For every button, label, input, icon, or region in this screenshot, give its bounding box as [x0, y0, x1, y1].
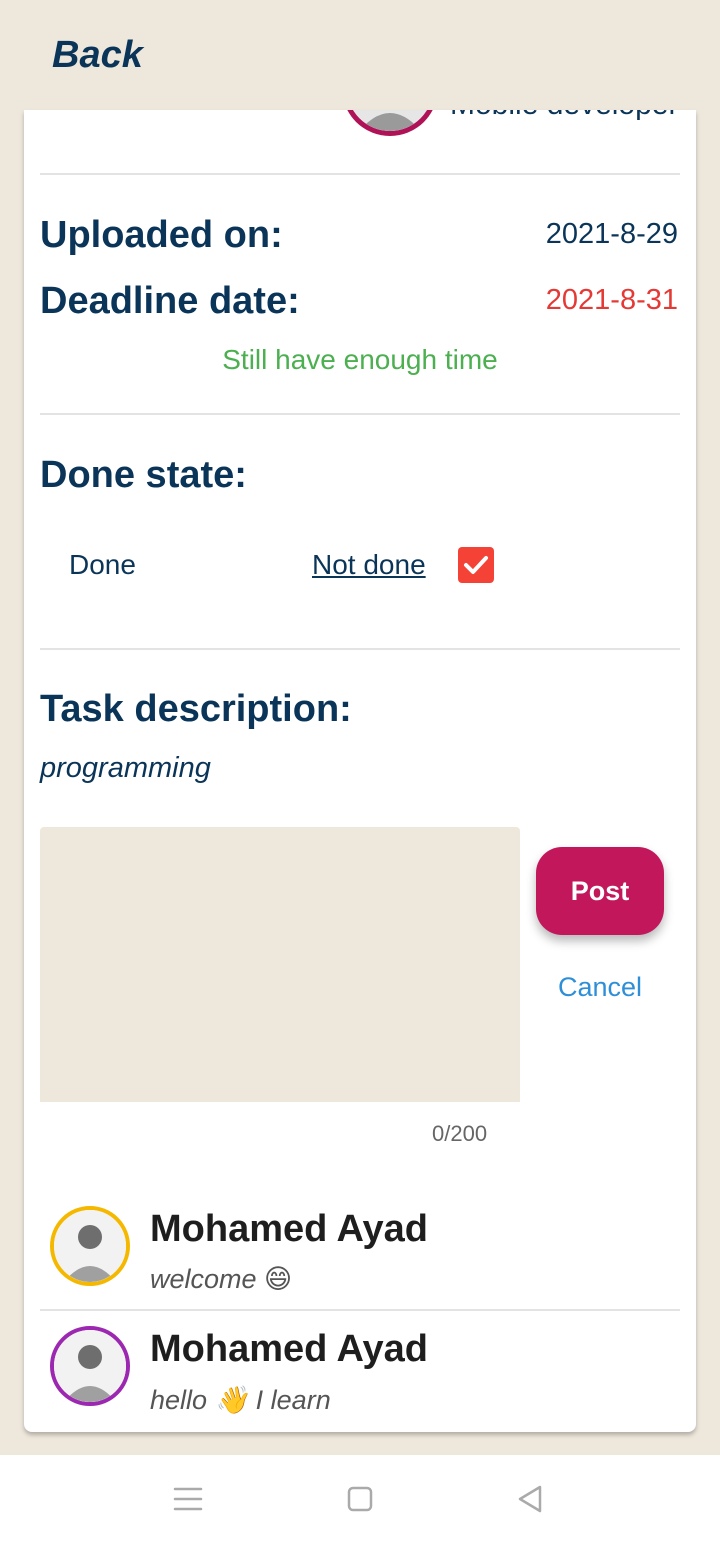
author-avatar[interactable]: [342, 110, 438, 136]
author-title: Mobile developer: [450, 110, 678, 122]
app-bar: Back: [0, 0, 720, 112]
comment-text: hello 👋 I learn: [150, 1385, 331, 1415]
divider: [40, 413, 680, 415]
menu-icon[interactable]: [166, 1477, 210, 1521]
comment-text: welcome 😄: [150, 1264, 293, 1294]
person-avatar-icon: [54, 1210, 126, 1282]
done-checkbox[interactable]: [458, 547, 494, 583]
divider: [40, 1309, 680, 1311]
character-counter: 0/200: [432, 1121, 488, 1146]
commenter-avatar[interactable]: [50, 1326, 130, 1406]
divider: [40, 648, 680, 650]
deadline-label: Deadline date:: [40, 280, 300, 322]
task-description-text: programming: [40, 752, 211, 784]
task-details-card: Mobile developer Uploaded on: 2021-8-29 …: [24, 110, 696, 1432]
cancel-button[interactable]: Cancel: [536, 972, 664, 1003]
checkmark-icon: [464, 556, 488, 574]
uploaded-date: 2021-8-29: [545, 218, 678, 250]
task-description-label: Task description:: [40, 688, 352, 730]
not-done-option[interactable]: Not done: [312, 549, 426, 581]
post-button[interactable]: Post: [536, 847, 664, 935]
back-button[interactable]: Back: [52, 34, 143, 77]
uploaded-label: Uploaded on:: [40, 214, 283, 256]
comment-input[interactable]: [40, 827, 520, 1102]
deadline-date: 2021-8-31: [545, 284, 678, 316]
person-avatar-icon: [54, 1330, 126, 1402]
time-remaining-status: Still have enough time: [222, 344, 498, 375]
comment-author: Mohamed Ayad: [150, 1328, 429, 1370]
commenter-avatar[interactable]: [50, 1206, 130, 1286]
divider: [40, 173, 680, 175]
system-nav-bar: [0, 1455, 720, 1543]
comment-author: Mohamed Ayad: [150, 1208, 429, 1250]
done-state-label: Done state:: [40, 454, 247, 496]
home-square-icon[interactable]: [338, 1477, 382, 1521]
done-option[interactable]: Done: [69, 549, 136, 581]
back-triangle-icon[interactable]: [508, 1477, 552, 1521]
person-avatar-icon: [347, 110, 433, 131]
